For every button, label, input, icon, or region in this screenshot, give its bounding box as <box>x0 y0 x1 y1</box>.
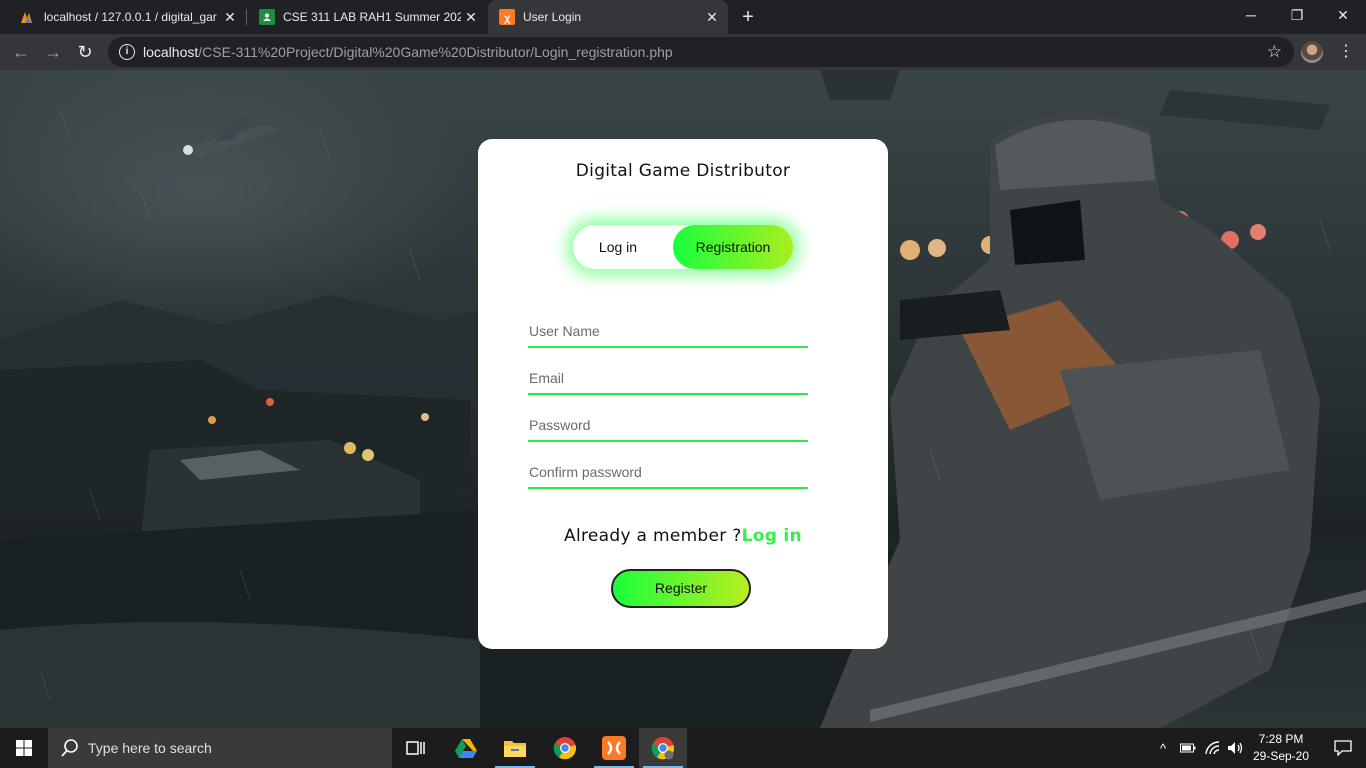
task-view-button[interactable] <box>392 728 440 768</box>
taskbar-clock[interactable]: 7:28 PM 29-Sep-20 <box>1246 731 1316 765</box>
url-text: localhost/CSE-311%20Project/Digital%20Ga… <box>143 44 673 60</box>
browser-toolbar: ← → ↻ i localhost/CSE-311%20Project/Digi… <box>0 34 1366 70</box>
windows-taskbar: Type here to search ^ 7:28 PM 29-Sep-20 <box>0 728 1366 768</box>
info-icon[interactable]: i <box>119 44 135 60</box>
forward-button[interactable]: → <box>40 39 66 65</box>
google-drive-button[interactable] <box>442 728 490 768</box>
file-explorer-button[interactable] <box>491 728 539 768</box>
toggle-login-button[interactable]: Log in <box>573 225 663 269</box>
clock-time: 7:28 PM <box>1258 732 1304 746</box>
browser-menu-icon[interactable]: ⋮ <box>1338 39 1354 65</box>
search-icon <box>61 739 78 757</box>
address-bar[interactable]: i localhost/CSE-311%20Project/Digital%20… <box>108 37 1294 67</box>
bookmark-star-icon[interactable]: ☆ <box>1267 42 1282 62</box>
chrome-icon <box>553 737 577 760</box>
task-view-icon <box>406 741 425 755</box>
windows-logo-icon <box>16 740 32 756</box>
already-member-text: Already a member ?Log in <box>478 526 888 546</box>
wifi-icon[interactable] <box>1203 728 1223 768</box>
file-explorer-icon <box>504 741 526 757</box>
register-button[interactable]: Register <box>611 569 751 608</box>
clock-date: 29-Sep-20 <box>1252 749 1310 763</box>
username-input[interactable] <box>528 316 808 348</box>
page-title: Digital Game Distributor <box>575 161 791 181</box>
tab-classroom[interactable]: CSE 311 LAB RAH1 Summer 2020 ✕ <box>247 0 487 34</box>
email-input[interactable] <box>528 363 808 395</box>
start-button[interactable] <box>0 728 48 768</box>
tab-user-login[interactable]: ꭓ User Login ✕ <box>488 0 728 34</box>
google-drive-icon <box>455 738 477 758</box>
tab-title: localhost / 127.0.0.1 / digital_gar <box>44 10 217 24</box>
restore-button[interactable]: ❐ <box>1274 0 1320 30</box>
close-window-button[interactable]: ✕ <box>1320 0 1366 30</box>
new-tab-button[interactable]: + <box>738 6 758 28</box>
chrome-button[interactable] <box>541 728 589 768</box>
browser-tab-strip: localhost / 127.0.0.1 / digital_gar ✕ CS… <box>0 0 1366 34</box>
login-registration-toggle: Log in Registration <box>573 225 793 269</box>
back-button[interactable]: ← <box>8 39 34 65</box>
registration-card: Digital Game Distributor Log in Registra… <box>478 139 888 649</box>
show-hidden-icons-chevron-icon[interactable]: ^ <box>1154 728 1172 768</box>
tab-title: CSE 311 LAB RAH1 Summer 2020 <box>283 10 461 24</box>
phpmyadmin-icon <box>20 9 36 25</box>
toggle-registration-button[interactable]: Registration <box>673 225 793 269</box>
google-classroom-icon <box>259 9 275 25</box>
close-icon[interactable]: ✕ <box>461 9 481 26</box>
confirm-password-input[interactable] <box>528 457 808 489</box>
search-placeholder: Type here to search <box>88 740 212 756</box>
close-icon[interactable]: ✕ <box>702 9 722 26</box>
reload-button[interactable]: ↻ <box>72 39 98 65</box>
password-input[interactable] <box>528 410 808 442</box>
login-link[interactable]: Log in <box>742 526 802 546</box>
member-label: Already a member ? <box>564 526 742 546</box>
notification-icon <box>1334 740 1352 756</box>
tab-title: User Login <box>523 10 582 24</box>
xampp-icon <box>602 736 626 760</box>
battery-icon[interactable] <box>1178 728 1198 768</box>
close-icon[interactable]: ✕ <box>220 9 240 26</box>
volume-icon[interactable] <box>1226 728 1246 768</box>
profile-avatar[interactable] <box>1301 41 1323 63</box>
notification-center-button[interactable] <box>1320 728 1366 768</box>
xampp-icon: ꭓ <box>499 9 515 25</box>
tab-phpmyadmin[interactable]: localhost / 127.0.0.1 / digital_gar ✕ <box>0 0 246 34</box>
taskbar-search-box[interactable]: Type here to search <box>48 728 392 768</box>
page-viewport: Digital Game Distributor Log in Registra… <box>0 70 1366 728</box>
minimize-button[interactable]: ─ <box>1228 0 1274 30</box>
xampp-button[interactable] <box>590 728 638 768</box>
chrome-icon <box>651 737 675 760</box>
chrome-active-button[interactable] <box>639 728 687 768</box>
